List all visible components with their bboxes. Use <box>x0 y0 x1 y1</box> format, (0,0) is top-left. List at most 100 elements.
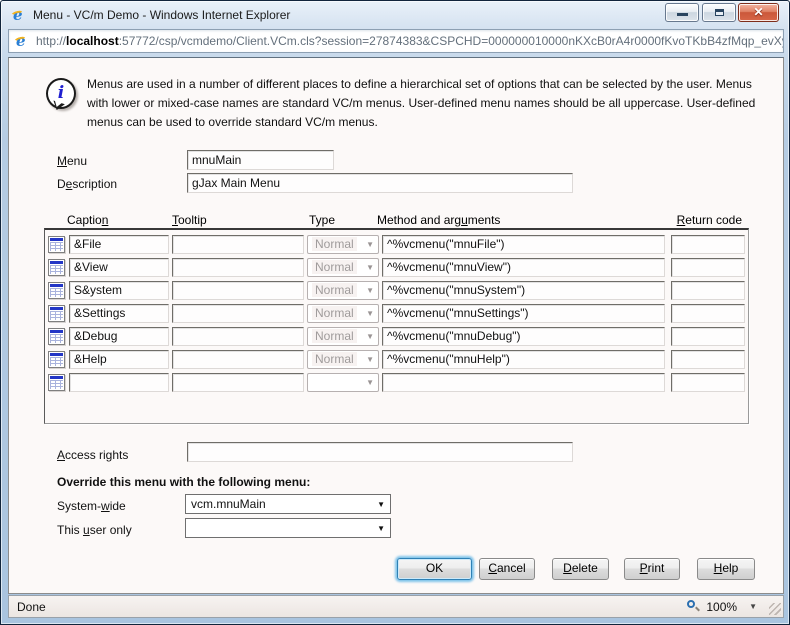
title-bar[interactable]: e Menu - VC/m Demo - Windows Internet Ex… <box>1 1 789 28</box>
resize-grip[interactable] <box>769 603 781 615</box>
cancel-button[interactable]: Cancel <box>479 558 535 580</box>
method-input[interactable] <box>382 258 665 277</box>
restore-icon <box>715 9 724 16</box>
address-bar[interactable]: e http://localhost:57772/csp/vcmdemo/Cli… <box>8 29 784 53</box>
tooltip-input[interactable] <box>172 258 304 277</box>
tooltip-input[interactable] <box>172 281 304 300</box>
chevron-down-icon: ▼ <box>366 286 374 295</box>
status-text: Done <box>17 600 46 614</box>
chevron-down-icon: ▼ <box>377 500 385 509</box>
caption-input[interactable] <box>69 373 169 392</box>
help-button[interactable]: Help <box>697 558 755 580</box>
method-column-header: Method and arguments <box>377 213 500 227</box>
tooltip-input[interactable] <box>172 235 304 254</box>
menu-item-icon[interactable] <box>48 351 65 368</box>
description-input[interactable] <box>187 173 573 193</box>
type-select[interactable]: Normal ▼ <box>307 327 379 346</box>
print-button[interactable]: Print <box>624 558 680 580</box>
system-wide-select[interactable]: vcm.mnuMain ▼ <box>185 494 391 514</box>
url-domain: localhost <box>66 34 119 48</box>
menu-item-icon[interactable] <box>48 305 65 322</box>
return-code-input[interactable] <box>671 327 745 346</box>
type-value: Normal <box>312 283 357 297</box>
table-row: ▼ <box>45 371 748 393</box>
menu-item-icon[interactable] <box>48 374 65 391</box>
window-title: Menu - VC/m Demo - Windows Internet Expl… <box>33 8 290 22</box>
tooltip-input[interactable] <box>172 350 304 369</box>
method-input[interactable] <box>382 304 665 323</box>
type-value: Normal <box>312 352 357 366</box>
method-input[interactable] <box>382 373 665 392</box>
menu-item-icon[interactable] <box>48 282 65 299</box>
zoom-control[interactable]: 100% ▼ <box>687 600 757 614</box>
this-user-only-select[interactable]: ▼ <box>185 518 391 538</box>
restore-button[interactable] <box>702 3 736 22</box>
return-code-input[interactable] <box>671 304 745 323</box>
type-column-header: Type <box>309 213 335 227</box>
caption-input[interactable] <box>69 258 169 277</box>
type-select[interactable]: Normal▼ <box>307 235 379 254</box>
return-code-input[interactable] <box>671 258 745 277</box>
zoom-dropdown-icon[interactable]: ▼ <box>749 602 757 611</box>
type-value: Normal <box>312 306 357 320</box>
tooltip-input[interactable] <box>172 373 304 392</box>
zoom-level: 100% <box>706 600 737 614</box>
menu-item-icon[interactable] <box>48 328 65 345</box>
caption-input[interactable] <box>69 281 169 300</box>
menu-items-grid: Normal ▼ Normal ▼ Normal ▼ <box>44 228 749 424</box>
caption-input[interactable] <box>69 350 169 369</box>
table-row: Normal ▼ <box>45 279 748 301</box>
tooltip-input[interactable] <box>172 304 304 323</box>
method-input[interactable] <box>382 281 665 300</box>
type-select[interactable]: Normal ▼ <box>307 281 379 300</box>
method-input[interactable] <box>382 350 665 369</box>
method-input[interactable] <box>382 235 665 254</box>
status-bar: Done 100% ▼ <box>8 595 784 618</box>
info-glyph: i <box>48 83 74 103</box>
type-value: Normal <box>312 329 357 343</box>
delete-button[interactable]: Delete <box>552 558 609 580</box>
type-select[interactable]: Normal▼ <box>307 304 379 323</box>
table-row: Normal ▼ <box>45 348 748 370</box>
caption-input[interactable] <box>69 304 169 323</box>
type-select[interactable]: Normal▼ <box>307 258 379 277</box>
menu-item-icon[interactable] <box>48 259 65 276</box>
type-value: Normal <box>312 260 357 274</box>
zoom-magnifier-icon <box>687 600 700 613</box>
access-rights-input[interactable] <box>187 442 573 462</box>
method-input[interactable] <box>382 327 665 346</box>
tooltip-column-header: Tooltip <box>172 213 207 227</box>
csp-page: i Menus are used in a number of differen… <box>8 57 784 594</box>
system-wide-label: System-wide <box>57 499 126 513</box>
close-icon: ✕ <box>739 5 778 19</box>
menu-item-icon[interactable] <box>48 236 65 253</box>
tooltip-input[interactable] <box>172 327 304 346</box>
caption-input[interactable] <box>69 327 169 346</box>
description-label: Description <box>57 177 117 191</box>
override-heading: Override this menu with the following me… <box>57 475 310 489</box>
ie-logo-icon: e <box>11 7 27 23</box>
chevron-down-icon: ▼ <box>366 378 374 387</box>
return-code-column-header: Return code <box>677 213 742 227</box>
return-code-input[interactable] <box>671 350 745 369</box>
chevron-down-icon: ▼ <box>366 332 374 341</box>
return-code-input[interactable] <box>671 235 745 254</box>
close-button[interactable]: ✕ <box>738 3 779 22</box>
ok-button[interactable]: OK <box>397 558 472 580</box>
chevron-down-icon: ▼ <box>377 524 385 533</box>
caption-input[interactable] <box>69 235 169 254</box>
minimize-button[interactable] <box>665 3 699 22</box>
this-user-only-label: This user only <box>57 523 132 537</box>
url-path: :57772/csp/vcmdemo/Client.VCm.cls?sessio… <box>119 34 783 48</box>
chevron-down-icon: ▼ <box>366 240 374 249</box>
return-code-input[interactable] <box>671 281 745 300</box>
url-text[interactable]: http://localhost:57772/csp/vcmdemo/Clien… <box>36 34 783 48</box>
chevron-down-icon: ▼ <box>366 355 374 364</box>
table-row: Normal ▼ <box>45 325 748 347</box>
type-select[interactable]: ▼ <box>307 373 379 392</box>
menu-input[interactable] <box>187 150 334 170</box>
system-wide-value: vcm.mnuMain <box>191 497 266 511</box>
type-select[interactable]: Normal ▼ <box>307 350 379 369</box>
caption-column-header: Caption <box>67 213 108 227</box>
return-code-input[interactable] <box>671 373 745 392</box>
